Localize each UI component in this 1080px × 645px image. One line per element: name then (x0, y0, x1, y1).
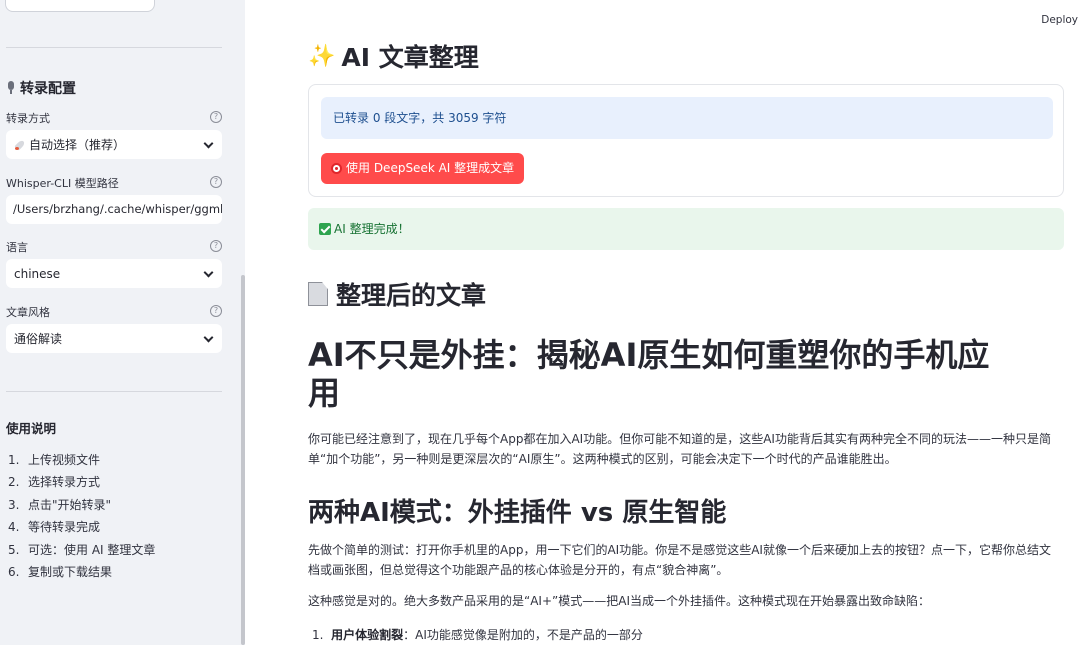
section-title-text: 整理后的文章 (336, 281, 487, 310)
help-icon[interactable]: ? (210, 305, 222, 317)
article-subheading: 两种AI模式：外挂插件 vs 原生智能 (308, 498, 727, 528)
model-path-label: Whisper-CLI 模型路径 (6, 177, 119, 190)
help-icon[interactable]: ? (210, 176, 222, 188)
sidebar-top-control[interactable] (5, 0, 155, 12)
list-item: 4. 等待转录完成 (8, 520, 101, 535)
list-item: 6. 复制或下载结果 (8, 564, 113, 579)
deepseek-organize-label: 使用 DeepSeek AI 整理成文章 (346, 161, 515, 175)
sidebar-divider (6, 47, 222, 48)
list-item: 1. 上传视频文件 (8, 453, 101, 467)
deepseek-organize-button[interactable]: 使用 DeepSeek AI 整理成文章 (321, 153, 525, 184)
deploy-button[interactable]: Deploy (1041, 14, 1078, 26)
list-item: 2. 选择转录方式 (8, 475, 101, 490)
sparkles-icon: ✨ (308, 43, 336, 69)
microphone-icon (6, 81, 16, 95)
article-style-select[interactable]: 通俗解读 (6, 324, 222, 353)
language-select[interactable]: chinese (6, 259, 222, 288)
help-icon[interactable]: ? (210, 111, 222, 123)
article-style-label: 文章风格 (6, 306, 50, 319)
language-value: chinese (14, 266, 61, 281)
rocket-icon (14, 139, 26, 151)
success-alert: AI 整理完成！ (308, 208, 1064, 250)
transcript-info: 已转录 0 段文字，共 3059 字符 (321, 97, 1053, 139)
page-title: ✨ AI 文章整理 (308, 38, 479, 74)
transcribe-mode-value: 自动选择（推荐） (29, 138, 126, 152)
success-text: AI 整理完成！ (334, 222, 410, 236)
language-label: 语言 (6, 241, 28, 254)
list-item: 5. 可选：使用 AI 整理文章 (8, 542, 156, 557)
sidebar-scrollbar[interactable] (241, 275, 245, 645)
config-heading: 转录配置 (6, 78, 76, 98)
checkmark-icon (319, 223, 331, 235)
list-item: 3. 点击"开始转录" (8, 497, 112, 512)
document-icon (308, 282, 328, 306)
article-title: AI不只是外挂：揭秘AI原生如何重塑你的手机应 用 (308, 336, 990, 412)
transcript-card: 已转录 0 段文字，共 3059 字符 使用 DeepSeek AI 整理成文章 (308, 84, 1064, 197)
sidebar: 转录配置 转录方式 ? 自动选择（推荐） Whisper-CLI 模型路径 ? … (0, 0, 245, 645)
article-paragraph: 先做个简单的测试：打开你手机里的App，用一下它们的AI功能。你是不是感觉这些A… (308, 543, 1051, 577)
chevron-down-icon (203, 138, 214, 149)
list-item: 1. 用户体验割裂：AI功能感觉像是附加的，不是产品的一部分 (312, 628, 643, 642)
help-icon[interactable]: ? (210, 240, 222, 252)
chevron-down-icon (203, 267, 214, 278)
article-paragraph: 你可能已经注意到了，现在几乎每个App都在加入AI功能。但你可能不知道的是，这些… (308, 432, 1051, 466)
page-title-text: AI 文章整理 (341, 43, 479, 72)
target-icon (331, 163, 342, 174)
transcribe-mode-select[interactable]: 自动选择（推荐） (6, 130, 222, 159)
article-style-value: 通俗解读 (14, 332, 63, 346)
section-title: 整理后的文章 (308, 276, 486, 312)
usage-title: 使用说明 (6, 421, 57, 436)
article-paragraph: 这种感觉是对的。绝大多数产品采用的是“AI+”模式——把AI当成一个外挂插件。这… (308, 594, 930, 608)
sidebar-divider (6, 391, 222, 392)
transcribe-mode-label: 转录方式 (6, 112, 50, 125)
usage-steps-list: 1. 上传视频文件 2. 选择转录方式 3. 点击"开始转录" 4. 等待转录完成 5.… (8, 452, 155, 586)
config-title: 转录配置 (20, 81, 76, 97)
model-path-input[interactable]: /Users/brzhang/.cache/whisper/ggml-b (6, 195, 222, 224)
chevron-down-icon (203, 332, 214, 343)
